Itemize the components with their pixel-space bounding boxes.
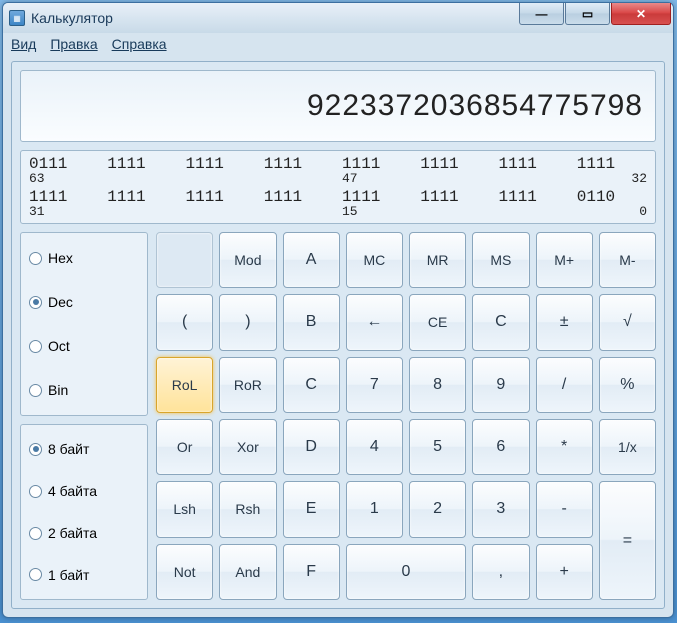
menu-view[interactable]: Вид — [11, 36, 36, 52]
digit-4-button[interactable]: 4 — [346, 419, 403, 475]
radio-icon — [29, 485, 42, 498]
hex-a-button[interactable]: A — [283, 232, 340, 288]
client-area: 9223372036854775798 0111 1111 1111 1111 … — [11, 61, 665, 609]
radio-icon — [29, 252, 42, 265]
bit-panel: 0111 1111 1111 1111 1111 1111 1111 1111 … — [20, 150, 656, 224]
window-controls: — ▭ ✕ — [518, 3, 671, 25]
word-8byte[interactable]: 8 байт — [29, 441, 139, 457]
backspace-button[interactable]: ← — [346, 294, 403, 350]
decimal-button[interactable]: , — [472, 544, 529, 600]
digit-9-button[interactable]: 9 — [472, 357, 529, 413]
percent-button[interactable]: % — [599, 357, 656, 413]
plusminus-button[interactable]: ± — [536, 294, 593, 350]
digit-5-button[interactable]: 5 — [409, 419, 466, 475]
ce-button[interactable]: CE — [409, 294, 466, 350]
lower-area: Hex Dec Oct Bin 8 байт 4 байта 2 байта 1… — [20, 232, 656, 600]
lsh-button[interactable]: Lsh — [156, 481, 213, 537]
mminus-button[interactable]: M- — [599, 232, 656, 288]
radix-panel: Hex Dec Oct Bin — [20, 232, 148, 416]
hex-e-button[interactable]: E — [283, 481, 340, 537]
rol-button[interactable]: RoL — [156, 357, 213, 413]
reciprocal-button[interactable]: 1/x — [599, 419, 656, 475]
word-1byte[interactable]: 1 байт — [29, 567, 139, 583]
plus-button[interactable]: + — [536, 544, 593, 600]
radix-hex[interactable]: Hex — [29, 250, 139, 266]
word-2byte[interactable]: 2 байта — [29, 525, 139, 541]
radix-oct[interactable]: Oct — [29, 338, 139, 354]
bit-labels-high: 63 4732 — [29, 171, 647, 186]
or-button[interactable]: Or — [156, 419, 213, 475]
app-icon: ▦ — [9, 10, 25, 26]
radix-bin[interactable]: Bin — [29, 382, 139, 398]
titlebar[interactable]: ▦ Калькулятор — ▭ ✕ — [3, 3, 673, 33]
ror-button[interactable]: RoR — [219, 357, 276, 413]
radio-icon — [29, 296, 42, 309]
word-panel: 8 байт 4 байта 2 байта 1 байт — [20, 424, 148, 600]
mr-button[interactable]: MR — [409, 232, 466, 288]
rparen-button[interactable]: ) — [219, 294, 276, 350]
radio-icon — [29, 568, 42, 581]
multiply-button[interactable]: * — [536, 419, 593, 475]
xor-button[interactable]: Xor — [219, 419, 276, 475]
digit-0-button[interactable]: 0 — [346, 544, 467, 600]
menubar: Вид Правка Справка — [3, 33, 673, 57]
maximize-button[interactable]: ▭ — [565, 3, 610, 25]
radio-icon — [29, 384, 42, 397]
window-title: Калькулятор — [31, 10, 113, 26]
and-button[interactable]: And — [219, 544, 276, 600]
ms-button[interactable]: MS — [472, 232, 529, 288]
mplus-button[interactable]: M+ — [536, 232, 593, 288]
left-column: Hex Dec Oct Bin 8 байт 4 байта 2 байта 1… — [20, 232, 148, 600]
sqrt-button[interactable]: √ — [599, 294, 656, 350]
mod-button[interactable]: Mod — [219, 232, 276, 288]
clear-button[interactable]: C — [472, 294, 529, 350]
divide-button[interactable]: / — [536, 357, 593, 413]
mc-button[interactable]: MC — [346, 232, 403, 288]
not-button[interactable]: Not — [156, 544, 213, 600]
close-button[interactable]: ✕ — [611, 3, 671, 25]
bit-labels-low: 31 150 — [29, 204, 647, 219]
rsh-button[interactable]: Rsh — [219, 481, 276, 537]
equals-button[interactable]: = — [599, 481, 656, 600]
hex-b-button[interactable]: B — [283, 294, 340, 350]
blank-button — [156, 232, 213, 288]
digit-6-button[interactable]: 6 — [472, 419, 529, 475]
minus-button[interactable]: - — [536, 481, 593, 537]
calculator-window: ▦ Калькулятор — ▭ ✕ Вид Правка Справка 9… — [2, 2, 674, 618]
radio-icon — [29, 443, 42, 456]
result-display: 9223372036854775798 — [20, 70, 656, 142]
lparen-button[interactable]: ( — [156, 294, 213, 350]
radix-dec[interactable]: Dec — [29, 294, 139, 310]
digit-2-button[interactable]: 2 — [409, 481, 466, 537]
digit-3-button[interactable]: 3 — [472, 481, 529, 537]
minimize-button[interactable]: — — [519, 3, 564, 25]
radio-icon — [29, 527, 42, 540]
hex-f-button[interactable]: F — [283, 544, 340, 600]
digit-8-button[interactable]: 8 — [409, 357, 466, 413]
digit-7-button[interactable]: 7 — [346, 357, 403, 413]
menu-help[interactable]: Справка — [112, 36, 167, 52]
hex-c-button[interactable]: C — [283, 357, 340, 413]
hex-d-button[interactable]: D — [283, 419, 340, 475]
menu-edit[interactable]: Правка — [50, 36, 97, 52]
digit-1-button[interactable]: 1 — [346, 481, 403, 537]
keypad: Mod A MC MR MS M+ M- ( ) B ← CE C ± √ Ro… — [156, 232, 656, 600]
word-4byte[interactable]: 4 байта — [29, 483, 139, 499]
radio-icon — [29, 340, 42, 353]
